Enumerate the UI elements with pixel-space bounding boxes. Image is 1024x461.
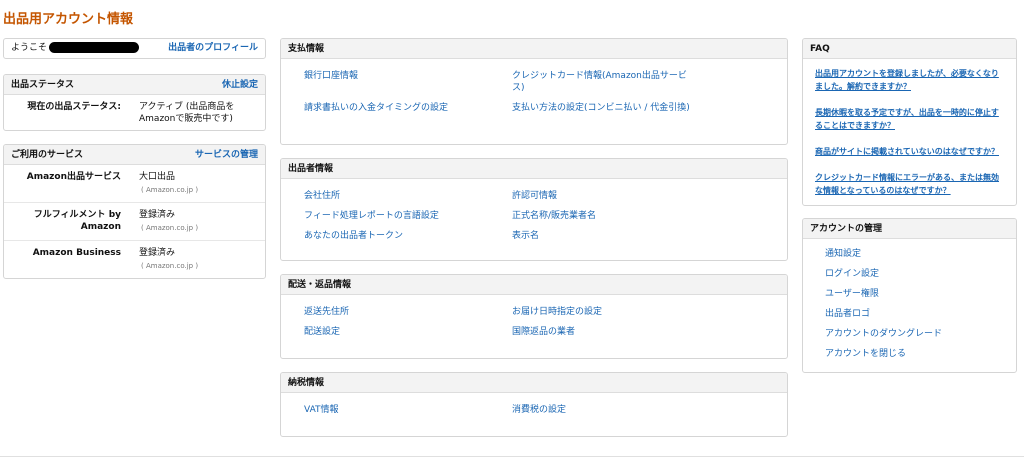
status-value: アクティブ (出品商品をAmazonで販売中です) <box>139 102 235 124</box>
tax-title: 納税情報 <box>281 373 787 393</box>
credit-card-link[interactable]: クレジットカード情報(Amazon出品サービス) <box>512 70 692 94</box>
faq-title: FAQ <box>803 39 1016 59</box>
downgrade-account-link[interactable]: アカウントのダウングレード <box>825 328 1016 340</box>
login-settings-link[interactable]: ログイン設定 <box>825 268 1016 280</box>
vat-info-link[interactable]: VAT情報 <box>304 404 339 416</box>
feed-language-link[interactable]: フィード処理レポートの言語設定 <box>304 210 439 222</box>
seller-status-panel: 出品ステータス 休止設定 現在の出品ステータス: アクティブ (出品商品をAma… <box>3 74 266 131</box>
return-address-link[interactable]: 返送先住所 <box>304 306 349 318</box>
service-row: フルフィルメント by Amazon 登録済み( Amazon.co.jp ) <box>4 203 265 241</box>
intl-returns-link[interactable]: 国際返品の業者 <box>512 326 575 338</box>
consumption-tax-link[interactable]: 消費税の設定 <box>512 404 566 416</box>
seller-profile-link[interactable]: 出品者のプロフィール <box>168 39 258 58</box>
seller-token-link[interactable]: あなたの出品者トークン <box>304 230 403 242</box>
notification-settings-link[interactable]: 通知設定 <box>825 248 1016 260</box>
shipping-settings-link[interactable]: 配送設定 <box>304 326 340 338</box>
tax-panel: 納税情報 VAT情報 消費税の設定 <box>280 372 788 437</box>
manage-services-link[interactable]: サービスの管理 <box>195 145 258 165</box>
page-title: 出品用アカウント情報 <box>3 12 134 27</box>
licenses-link[interactable]: 許認可情報 <box>512 190 557 202</box>
faq-item[interactable]: 商品がサイトに掲載されていないのはなぜですか？ <box>815 145 1004 158</box>
seller-info-title: 出品者情報 <box>281 159 787 179</box>
company-address-link[interactable]: 会社住所 <box>304 190 340 202</box>
redacted-name <box>49 42 140 53</box>
faq-panel: FAQ 出品用アカウントを登録しましたが、必要なくなりました。解約できますか？ … <box>802 38 1017 206</box>
close-account-link[interactable]: アカウントを閉じる <box>825 348 1016 360</box>
user-permissions-link[interactable]: ユーザー権限 <box>825 288 1016 300</box>
services-panel: ご利用のサービス サービスの管理 Amazon出品サービス 大口出品( Amaz… <box>3 144 266 279</box>
invoice-timing-link[interactable]: 請求書払いの入金タイミングの設定 <box>304 102 448 114</box>
welcome-box: ようこそ 出品者のプロフィール <box>3 38 266 59</box>
shipping-title: 配送・返品情報 <box>281 275 787 295</box>
shipping-panel: 配送・返品情報 返送先住所 配送設定 お届け日時指定の設定 国際返品の業者 <box>280 274 788 359</box>
account-management-title: アカウントの管理 <box>803 219 1016 239</box>
service-row: Amazon出品サービス 大口出品( Amazon.co.jp ) <box>4 165 265 203</box>
seller-status-title: 出品ステータス <box>11 80 75 90</box>
faq-item[interactable]: クレジットカード情報にエラーがある、または無効な情報となっているのはなぜですか？ <box>815 171 1004 197</box>
faq-item[interactable]: 出品用アカウントを登録しましたが、必要なくなりました。解約できますか？ <box>815 67 1004 93</box>
footer-divider <box>0 456 1024 457</box>
delivery-date-link[interactable]: お届け日時指定の設定 <box>512 306 602 318</box>
services-title: ご利用のサービス <box>11 150 84 160</box>
status-key: 現在の出品ステータス: <box>27 102 121 112</box>
faq-item[interactable]: 長期休暇を取る予定ですが、出品を一時的に停止することはできますか？ <box>815 106 1004 132</box>
seller-info-panel: 出品者情報 会社住所 フィード処理レポートの言語設定 あなたの出品者トークン 許… <box>280 158 788 261</box>
legal-name-link[interactable]: 正式名称/販売業者名 <box>512 210 596 222</box>
account-management-panel: アカウントの管理 通知設定 ログイン設定 ユーザー権限 出品者ロゴ アカウントの… <box>802 218 1017 373</box>
welcome-label: ようこそ <box>11 43 48 53</box>
service-row: Amazon Business 登録済み( Amazon.co.jp ) <box>32 248 199 270</box>
payment-method-link[interactable]: 支払い方法の設定(コンビニ払い / 代金引換) <box>512 102 692 114</box>
seller-logo-link[interactable]: 出品者ロゴ <box>825 308 1016 320</box>
vacation-settings-link[interactable]: 休止設定 <box>222 75 258 95</box>
payment-panel: 支払情報 銀行口座情報 請求書払いの入金タイミングの設定 クレジットカード情報(… <box>280 38 788 145</box>
bank-account-link[interactable]: 銀行口座情報 <box>304 70 358 82</box>
payment-title: 支払情報 <box>281 39 787 59</box>
display-name-link[interactable]: 表示名 <box>512 230 539 242</box>
